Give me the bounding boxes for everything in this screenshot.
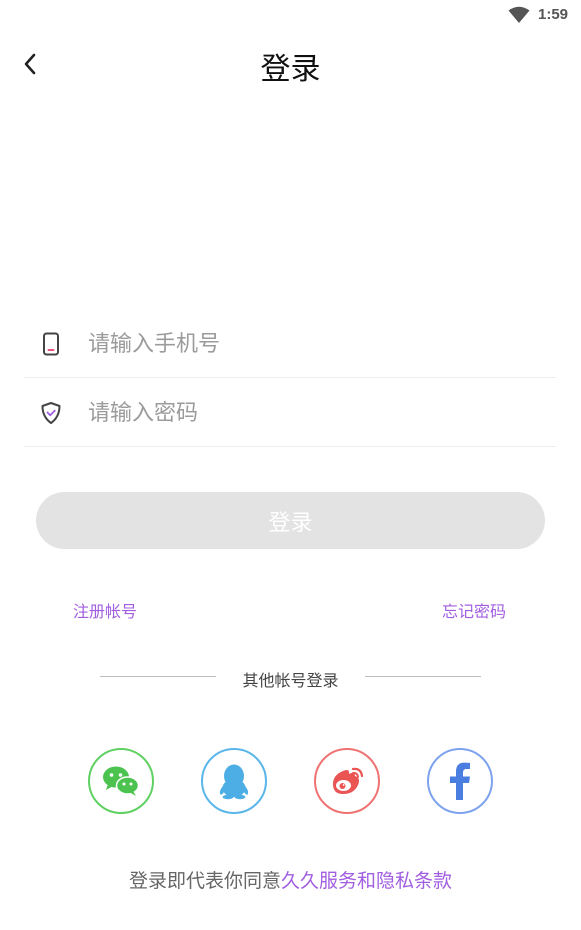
- password-field: [24, 379, 556, 447]
- weibo-login-button[interactable]: [314, 748, 380, 814]
- wechat-login-button[interactable]: [88, 748, 154, 814]
- page-title: 登录: [260, 52, 321, 87]
- login-button[interactable]: 登录: [36, 492, 545, 549]
- wifi-icon: [508, 6, 530, 23]
- facebook-icon: [450, 762, 470, 800]
- qq-login-button[interactable]: [201, 748, 267, 814]
- status-bar: 1:59: [0, 0, 581, 32]
- other-login-label: 其他帐号登录: [242, 671, 339, 690]
- wechat-icon: [103, 766, 140, 796]
- password-input[interactable]: [88, 393, 528, 433]
- agreement-prefix: 登录即代表你同意: [128, 870, 281, 892]
- divider-right: [365, 676, 481, 677]
- forgot-password-link[interactable]: 忘记密码: [442, 598, 506, 622]
- shield-icon: [41, 402, 61, 424]
- agreement-text: 登录即代表你同意久久服务和隐私条款: [0, 866, 581, 893]
- register-link[interactable]: 注册帐号: [73, 598, 137, 622]
- phone-icon: [43, 332, 59, 356]
- qq-icon: [219, 764, 249, 800]
- phone-input[interactable]: [88, 324, 528, 364]
- status-time: 1:59: [538, 6, 569, 23]
- facebook-login-button[interactable]: [427, 748, 493, 814]
- weibo-icon: [333, 767, 364, 794]
- terms-link[interactable]: 久久服务和隐私条款: [281, 870, 452, 892]
- phone-field: [24, 310, 556, 378]
